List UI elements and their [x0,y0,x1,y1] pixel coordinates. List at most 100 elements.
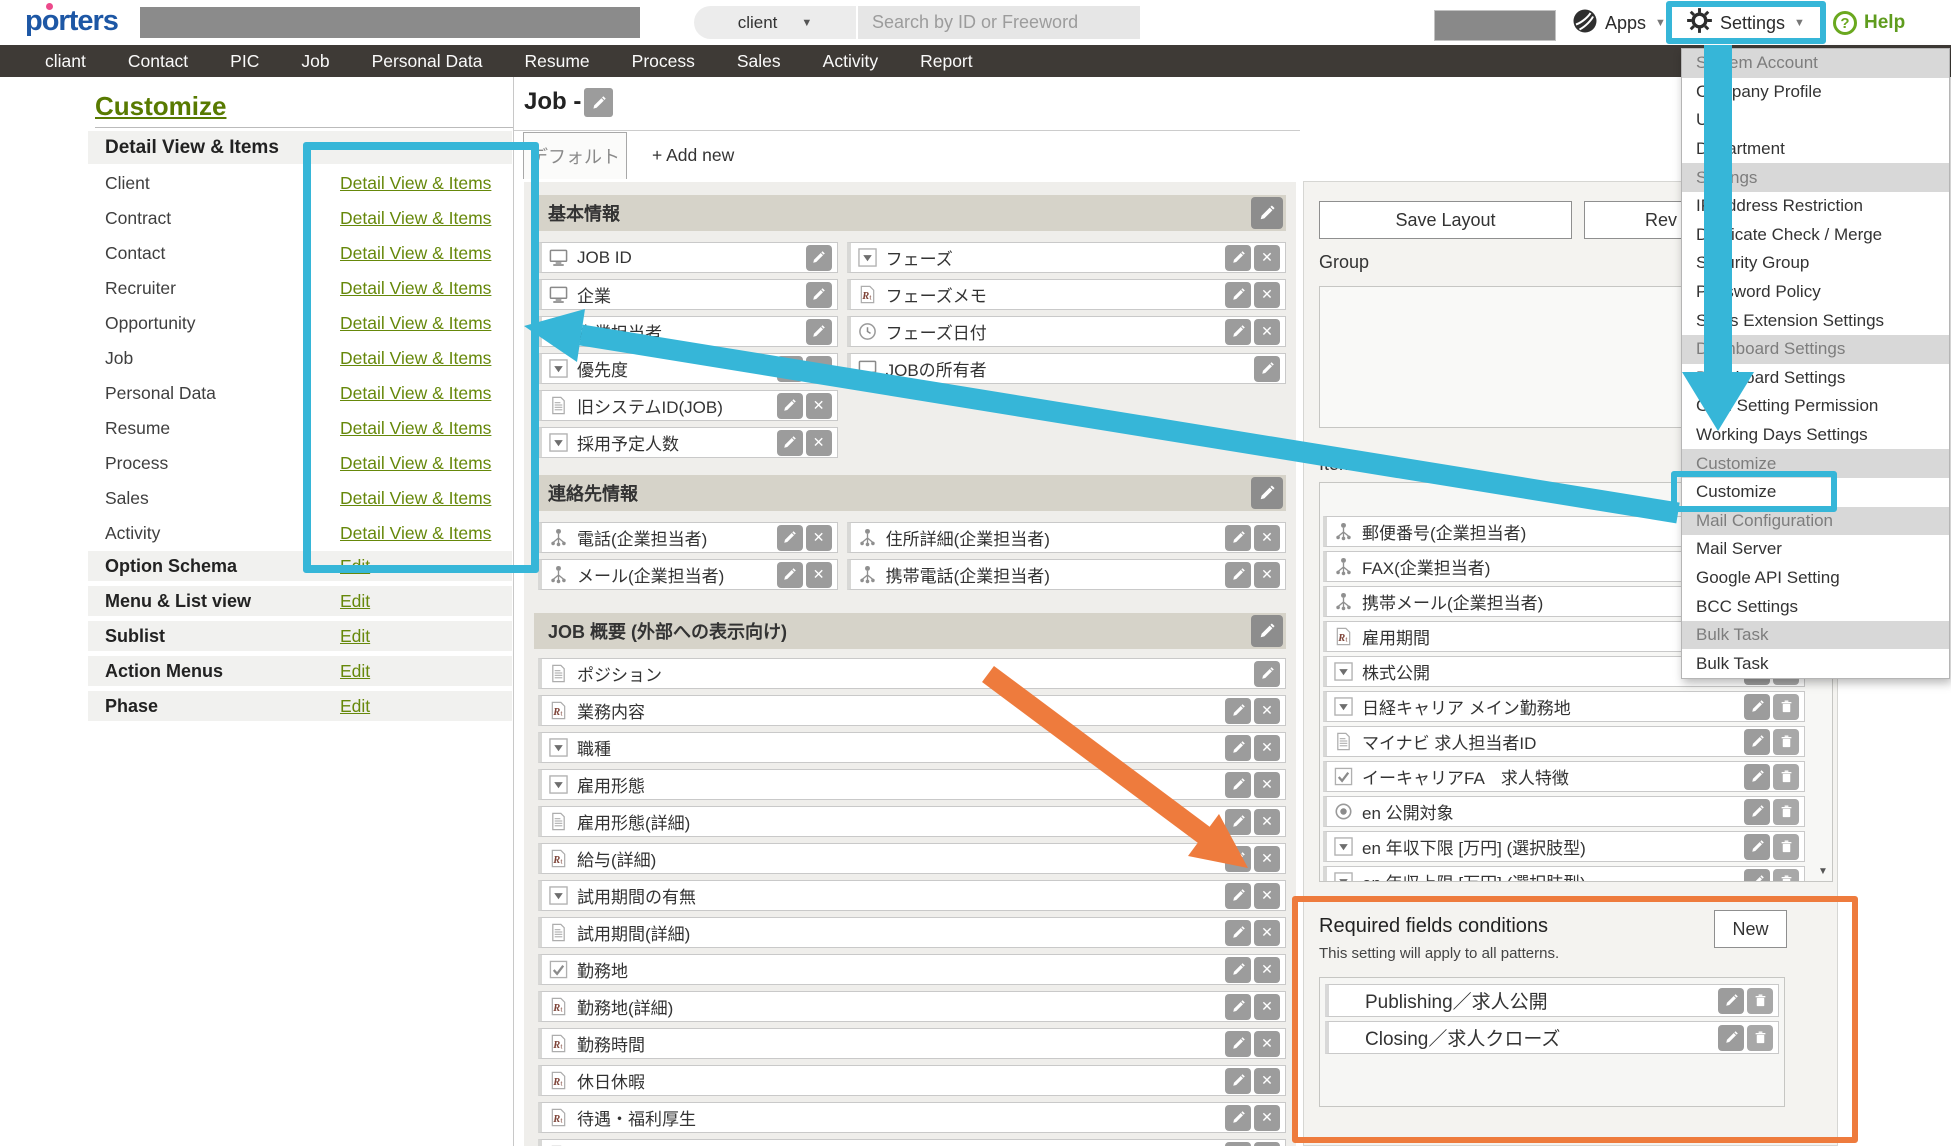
edit-field-button[interactable] [1744,729,1770,755]
edit-field-button[interactable] [1225,883,1251,909]
edit-field-button[interactable] [1225,1068,1251,1094]
remove-field-button[interactable]: ✕ [1254,282,1280,308]
edit-field-button[interactable] [1744,869,1770,883]
field-row[interactable]: 雇用形態(詳細)✕ [538,806,1286,837]
edit-field-button[interactable] [777,430,803,456]
field-row[interactable]: 日経キャリア メイン勤務地 [1323,691,1805,722]
edit-field-button[interactable] [1225,525,1251,551]
remove-field-button[interactable]: ✕ [1254,1142,1280,1146]
remove-field-button[interactable]: ✕ [1254,245,1280,271]
delete-field-button[interactable] [1773,764,1799,790]
edit-field-button[interactable] [1744,834,1770,860]
delete-field-button[interactable] [1773,869,1799,883]
field-row[interactable]: 携帯電話(企業担当者)✕ [847,559,1286,590]
detail-view-items-link[interactable]: Detail View & Items [340,383,491,404]
edit-field-button[interactable] [1225,846,1251,872]
delete-field-button[interactable] [1773,729,1799,755]
settings-menu-item-google-api-setting[interactable]: Google API Setting [1682,564,1949,593]
customize-heading[interactable]: Customize [95,91,226,122]
field-row[interactable]: 優先度✕ [538,353,838,384]
field-row[interactable]: Rt勤務時間✕ [538,1028,1286,1059]
edit-link[interactable]: Edit [340,626,370,647]
nav-item-pic[interactable]: PIC [209,51,280,72]
remove-field-button[interactable]: ✕ [1254,809,1280,835]
field-row[interactable]: フェーズ✕ [847,242,1286,273]
remove-field-button[interactable]: ✕ [1254,920,1280,946]
remove-field-button[interactable]: ✕ [1254,698,1280,724]
field-row[interactable]: メール(企業担当者)✕ [538,559,838,590]
settings-menu-item-department[interactable]: Department [1682,135,1949,164]
nav-item-activity[interactable]: Activity [802,51,899,72]
nav-item-contact[interactable]: Contact [107,51,209,72]
remove-field-button[interactable]: ✕ [1254,883,1280,909]
field-row[interactable]: en 年収上限 [万円] (選択肢型) [1323,866,1805,882]
nav-item-sales[interactable]: Sales [716,51,802,72]
edit-section-button[interactable] [1251,477,1283,509]
field-row[interactable]: JOB ID [538,242,838,273]
field-row[interactable]: Rt給与(詳細)✕ [538,843,1286,874]
nav-item-report[interactable]: Report [899,51,994,72]
remove-field-button[interactable]: ✕ [806,562,832,588]
detail-view-items-link[interactable]: Detail View & Items [340,348,491,369]
edit-field-button[interactable] [1225,562,1251,588]
field-row[interactable]: 職種✕ [538,732,1286,763]
edit-field-button[interactable] [1225,735,1251,761]
global-search-input[interactable] [858,6,1140,39]
search-scope-select[interactable]: client ▼ [694,6,856,39]
detail-view-items-link[interactable]: Detail View & Items [340,173,491,194]
settings-menu-item-working-days-settings[interactable]: Working Days Settings [1682,421,1949,450]
delete-field-button[interactable] [1773,799,1799,825]
remove-field-button[interactable]: ✕ [806,393,832,419]
edit-link[interactable]: Edit [340,591,370,612]
edit-field-button[interactable] [1254,661,1280,687]
edit-field-button[interactable] [806,282,832,308]
remove-field-button[interactable]: ✕ [806,525,832,551]
remove-field-button[interactable]: ✕ [1254,772,1280,798]
field-row[interactable]: 勤務地✕ [538,954,1286,985]
edit-condition-button[interactable] [1718,988,1744,1014]
settings-menu-button[interactable]: Settings ▼ [1686,7,1805,39]
apps-menu-button[interactable]: Apps ▼ [1572,7,1666,39]
detail-view-items-link[interactable]: Detail View & Items [340,488,491,509]
remove-field-button[interactable]: ✕ [1254,846,1280,872]
detail-view-items-link[interactable]: Detail View & Items [340,418,491,439]
edit-condition-button[interactable] [1718,1025,1744,1051]
remove-field-button[interactable]: ✕ [806,356,832,382]
settings-menu-item-password-policy[interactable]: Password Policy [1682,278,1949,307]
edit-field-button[interactable] [1744,694,1770,720]
settings-menu-item-sales-extension-settings[interactable]: Sales Extension Settings [1682,306,1949,335]
settings-menu-item-mail-server[interactable]: Mail Server [1682,535,1949,564]
nav-item-process[interactable]: Process [611,51,716,72]
edit-field-button[interactable] [777,393,803,419]
edit-field-button[interactable] [1225,920,1251,946]
field-row[interactable]: 住所詳細(企業担当者)✕ [847,522,1286,553]
delete-condition-button[interactable] [1747,988,1773,1014]
field-row[interactable]: 雇用形態✕ [538,769,1286,800]
edit-field-button[interactable] [1225,1105,1251,1131]
edit-field-button[interactable] [1744,764,1770,790]
remove-field-button[interactable]: ✕ [1254,562,1280,588]
edit-field-button[interactable] [1225,698,1251,724]
delete-condition-button[interactable] [1747,1025,1773,1051]
nav-item-cliant[interactable]: cliant [24,51,107,72]
remove-field-button[interactable]: ✕ [1254,1031,1280,1057]
field-row[interactable]: Rt業務内容✕ [538,695,1286,726]
edit-field-button[interactable] [806,245,832,271]
edit-field-button[interactable] [1225,957,1251,983]
remove-field-button[interactable]: ✕ [806,430,832,456]
field-row[interactable]: 電話(企業担当者)✕ [538,522,838,553]
field-row[interactable]: イーキャリアFA 求人特徴 [1323,761,1805,792]
field-row[interactable]: en 年収下限 [万円] (選択肢型) [1323,831,1805,862]
edit-link[interactable]: Edit [340,556,370,577]
field-row[interactable]: 企業 [538,279,838,310]
delete-field-button[interactable] [1773,834,1799,860]
nav-item-job[interactable]: Job [280,51,350,72]
settings-menu-item-user[interactable]: User [1682,106,1949,135]
edit-field-button[interactable] [1225,772,1251,798]
nav-item-resume[interactable]: Resume [503,51,610,72]
field-row[interactable]: 採用予定人数✕ [538,427,838,458]
porters-logo[interactable]: porters [25,5,118,38]
edit-field-button[interactable] [777,356,803,382]
remove-field-button[interactable]: ✕ [1254,1105,1280,1131]
edit-field-button[interactable] [777,562,803,588]
